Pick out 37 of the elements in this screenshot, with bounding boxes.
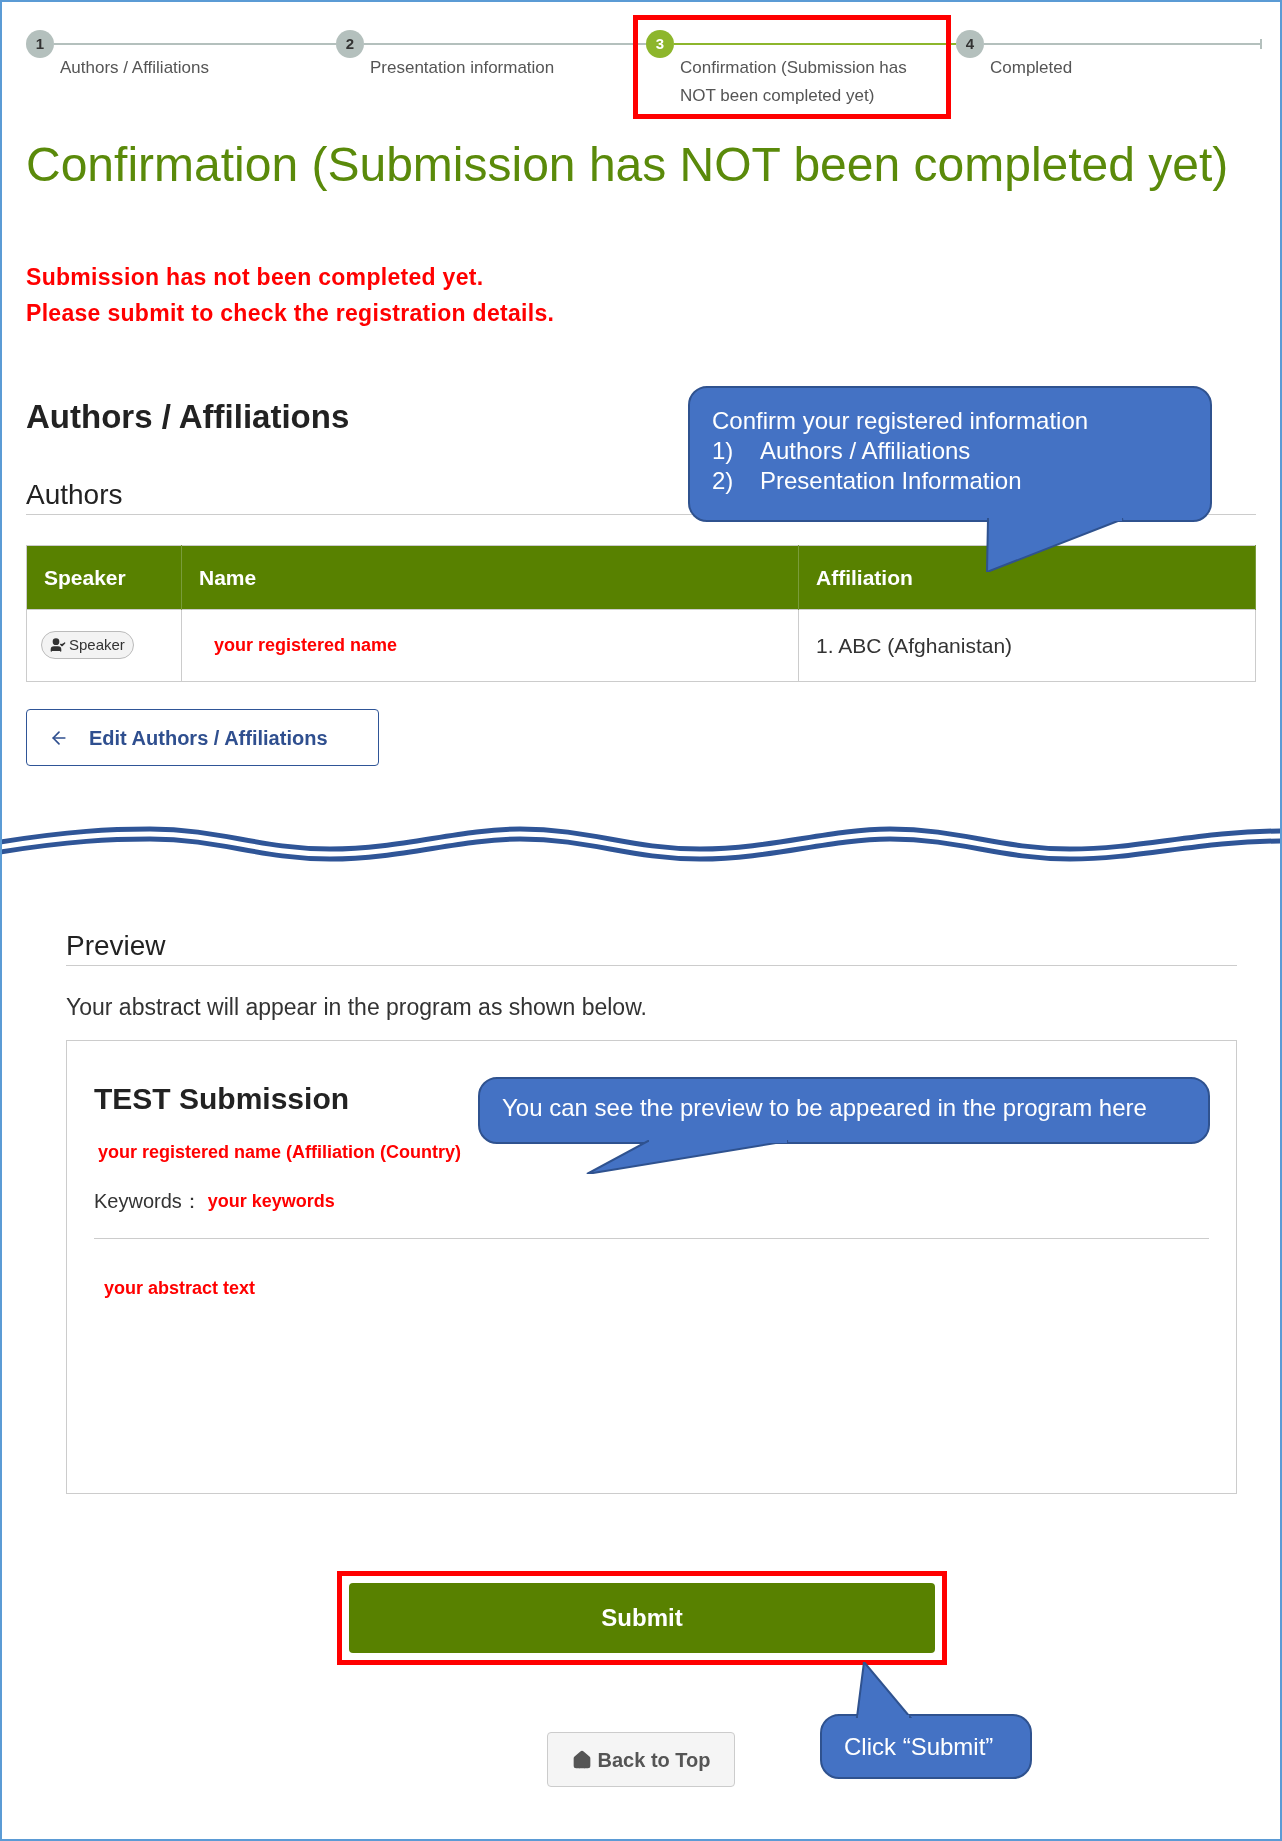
section-title: Authors / Affiliations — [26, 397, 350, 437]
step-label: Presentation information — [370, 58, 555, 77]
warning-text: Submission has not been completed yet. — [26, 263, 485, 292]
step-number: 3 — [646, 30, 674, 58]
abstract-title: TEST Submission — [94, 1081, 350, 1117]
preview-heading: Preview — [66, 930, 166, 961]
abstract-text: your abstract text — [104, 1277, 257, 1300]
column-header: Name — [181, 545, 799, 610]
callout-text: Presentation Information — [760, 466, 1022, 496]
callout-text: You can see the preview to be appeared in the program here — [502, 1093, 1147, 1123]
user-check-icon — [50, 637, 66, 653]
callout-number: 2) — [712, 466, 735, 496]
table-cell: your registered name — [214, 635, 398, 655]
home-icon — [571, 1749, 592, 1770]
step-number: 4 — [956, 30, 984, 58]
warning-text: Please submit to check the registration details. — [26, 299, 556, 328]
step-number: 2 — [336, 30, 364, 58]
step-label: Completed — [990, 58, 1073, 77]
author-line: your registered name (Affiliation (Country) — [98, 1141, 462, 1164]
table-cell: 1. ABC (Afghanistan) — [816, 633, 1013, 657]
step-number: 1 — [26, 30, 54, 58]
callout-text: Authors / Affiliations — [760, 436, 971, 466]
page-title: Confirmation (Submission has NOT been completed yet) — [26, 137, 1230, 193]
callout-number: 1) — [712, 436, 735, 466]
step-label: Confirmation (Submission has NOT been completed yet) — [680, 58, 907, 105]
callout-text: Click “Submit” — [844, 1732, 994, 1762]
back-to-top-button[interactable]: Back to Top — [546, 1732, 736, 1787]
keywords-value: your keywords — [207, 1189, 335, 1213]
submit-button[interactable]: Submit — [349, 1583, 935, 1653]
keywords-label: Keywords： — [94, 1189, 202, 1214]
step-label: Authors / Affiliations — [60, 58, 209, 77]
callout-text: Confirm your registered information — [712, 406, 1089, 436]
speaker-badge: Speaker — [41, 631, 134, 659]
column-header: Speaker — [26, 545, 182, 610]
section-heading: Authors — [26, 479, 123, 510]
edit-button[interactable]: Edit Authors / Affiliations — [26, 709, 379, 766]
preview-intro: Your abstract will appear in the program as shown below. — [66, 993, 648, 1022]
